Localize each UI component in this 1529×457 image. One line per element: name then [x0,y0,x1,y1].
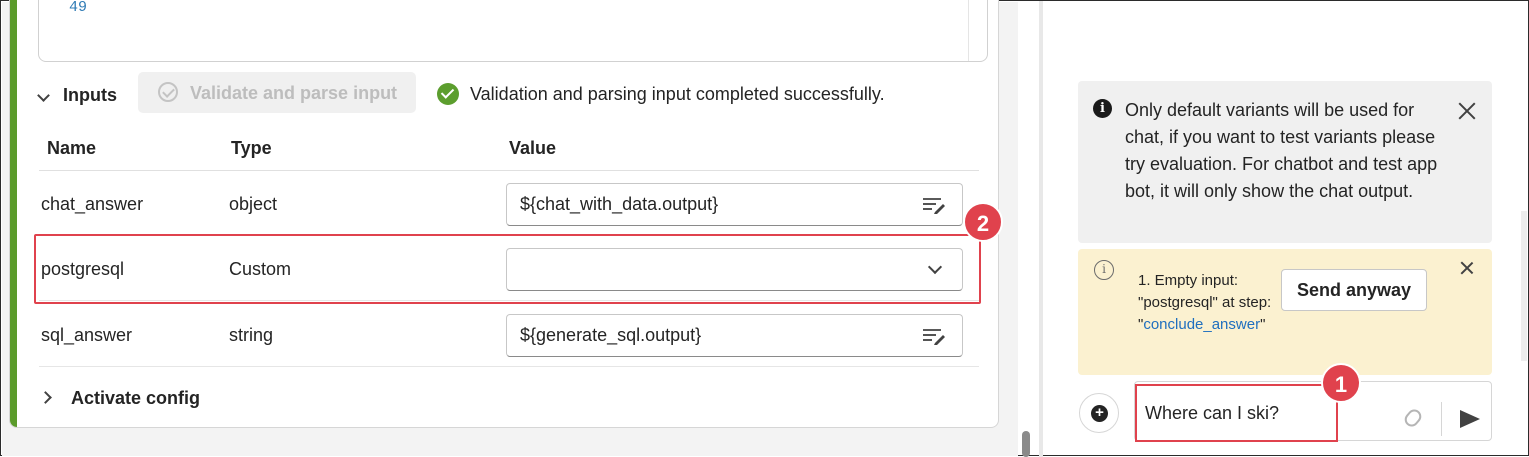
close-icon[interactable] [1456,100,1478,122]
code-line-number: 49 [69,0,88,16]
input-divider [1441,402,1442,436]
input-value-field[interactable]: ${generate_sql.output} [506,314,963,357]
chat-input-container [1134,381,1492,442]
node-status-accent [10,0,17,427]
column-header-type: Type [231,138,272,158]
table-row: sql_answer string ${generate_sql.output} [39,303,979,367]
chevron-down-icon[interactable] [37,89,50,102]
send-icon[interactable] [1460,410,1480,428]
input-type: object [229,194,278,214]
validation-success-message: Validation and parsing input completed s… [470,84,885,104]
column-header-value: Value [509,138,557,158]
new-chat-icon: + [1091,405,1108,422]
chat-input[interactable] [1135,384,1338,442]
activate-config-title: Activate config [71,388,201,408]
app-window: 49 Inputs Validate and parse input Valid… [0,0,1529,457]
input-type: string [229,325,274,345]
step-badge-2: 2 [963,202,1003,242]
info-icon: i [1093,99,1112,118]
code-editor[interactable]: 49 [38,0,988,62]
inputs-section-header: Inputs Validate and parse input Validati… [31,72,971,123]
input-name: sql_answer [41,325,133,345]
input-value-text: ${chat_with_data.output} [520,194,719,214]
attach-icon[interactable] [1401,406,1425,430]
info-banner: i Only default variants will be used for… [1078,81,1492,243]
code-editor-scrollbar[interactable] [968,0,969,61]
inputs-table-header: Name Type Value [39,137,979,171]
input-value-text: ${generate_sql.output} [520,325,702,345]
chevron-right-icon [39,391,52,404]
warning-banner: i 1. Empty input: "postgresql" at step: … [1078,249,1492,375]
input-value-field[interactable]: ${chat_with_data.output} [506,183,963,226]
table-row: chat_answer object ${chat_with_data.outp… [39,172,979,236]
panel-scrollbar[interactable] [1022,431,1030,457]
input-name: chat_answer [41,194,144,214]
warning-message: 1. Empty input: "postgresql" at step: "c… [1138,270,1288,336]
highlight-postgresql-row [34,234,981,304]
inputs-section-title[interactable]: Inputs [63,85,117,106]
close-icon[interactable] [1459,260,1475,276]
validate-icon [158,82,178,102]
validate-button-label: Validate and parse input [190,83,398,103]
chat-scrollbar[interactable] [1521,211,1527,361]
checkmark-circle-icon [437,83,459,105]
validate-and-parse-button[interactable]: Validate and parse input [138,72,416,113]
panel-splitter[interactable] [1039,1,1043,457]
column-header-name: Name [47,138,97,158]
new-chat-button[interactable]: + [1079,393,1119,433]
step-badge-1: 1 [1321,363,1361,403]
step-link[interactable]: conclude_answer [1143,316,1260,333]
activate-config-section[interactable]: Activate config [39,385,639,415]
send-anyway-button[interactable]: Send anyway [1281,269,1427,311]
warning-suffix: " [1260,316,1266,333]
info-icon: i [1094,260,1114,280]
edit-text-icon[interactable] [922,327,946,345]
edit-text-icon[interactable] [922,196,946,214]
info-message: Only default variants will be used for c… [1125,100,1438,201]
